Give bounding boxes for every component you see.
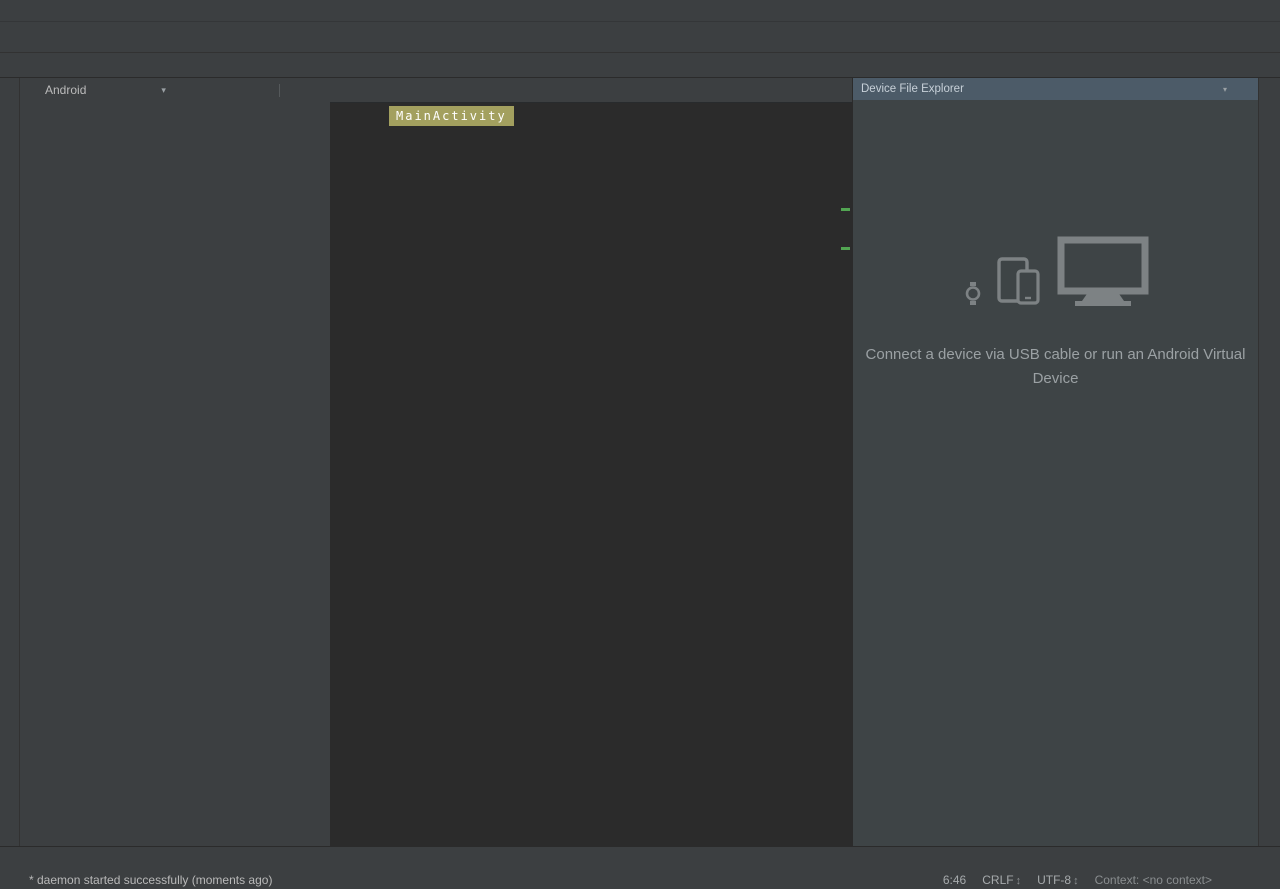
inspection-mark[interactable]: [841, 208, 850, 211]
main-area: Android ▾ MainActivity: [0, 78, 1280, 846]
chevron-down-icon: ▾: [1223, 85, 1227, 94]
project-view-selector[interactable]: Android: [45, 83, 86, 97]
navigation-breadcrumb-bar: [0, 53, 1280, 78]
main-toolbar: [0, 22, 1280, 53]
menu-bar: [0, 0, 1280, 22]
code-editor: MainActivity: [330, 78, 852, 846]
encoding-widget[interactable]: UTF-8: [1037, 873, 1079, 887]
status-bar: * daemon started successfully (moments a…: [0, 870, 1280, 889]
project-tool-window: Android ▾: [20, 78, 330, 846]
toolbar-separator: [279, 84, 280, 97]
left-tool-window-stripe: [0, 78, 20, 846]
watch-icon: [963, 280, 983, 307]
unlock-icon[interactable]: [1228, 873, 1242, 887]
device-icons: [853, 236, 1258, 307]
bottom-tool-window-bar: [0, 846, 1280, 870]
caret-position-widget[interactable]: 6:46: [943, 873, 966, 887]
android-studio-window: Android ▾ MainActivity: [0, 0, 1280, 889]
monitor-icon: [1057, 236, 1149, 307]
dfe-empty-state: Connect a device via USB cable or run an…: [853, 236, 1258, 391]
gear-icon[interactable]: [289, 84, 302, 97]
chevron-down-icon[interactable]: ▾: [161, 85, 166, 96]
device-file-explorer-panel: Device File Explorer ▾: [852, 78, 1258, 846]
hector-inspector-icon[interactable]: [1258, 873, 1272, 887]
status-bar-right: 6:46 CRLF UTF-8 Context: <no context>: [943, 873, 1272, 887]
android-icon: [26, 83, 40, 97]
hide-panel-icon[interactable]: [311, 84, 324, 97]
connect-device-message: Connect a device via USB cable or run an…: [866, 343, 1246, 391]
dfe-toolbar: ▾: [1207, 83, 1250, 96]
gear-icon[interactable]: [1207, 83, 1220, 96]
editor-hint-popup: MainActivity: [389, 106, 514, 126]
project-panel-header: Android ▾: [20, 78, 330, 102]
editor-tab-bar: [330, 78, 852, 103]
line-separator-widget[interactable]: CRLF: [982, 873, 1021, 887]
project-panel-toolbar: [235, 84, 324, 97]
device-file-explorer-header: Device File Explorer ▾: [853, 78, 1258, 100]
status-message: * daemon started successfully (moments a…: [29, 873, 272, 887]
context-widget[interactable]: Context: <no context>: [1095, 873, 1212, 887]
tool-window-switcher-icon[interactable]: [8, 873, 21, 886]
inspections-ok-icon: [839, 158, 851, 170]
inspection-mark[interactable]: [841, 247, 850, 250]
locate-file-icon[interactable]: [235, 84, 248, 97]
right-tool-window-stripe: [1258, 78, 1280, 846]
panel-title: Device File Explorer: [861, 83, 964, 95]
collapse-all-icon[interactable]: [257, 84, 270, 97]
status-bar-left: * daemon started successfully (moments a…: [8, 873, 272, 887]
code-area[interactable]: [330, 103, 852, 846]
inspection-stripe: [838, 128, 852, 846]
tablet-phone-icon: [995, 257, 1045, 307]
hide-panel-icon[interactable]: [1237, 83, 1250, 96]
